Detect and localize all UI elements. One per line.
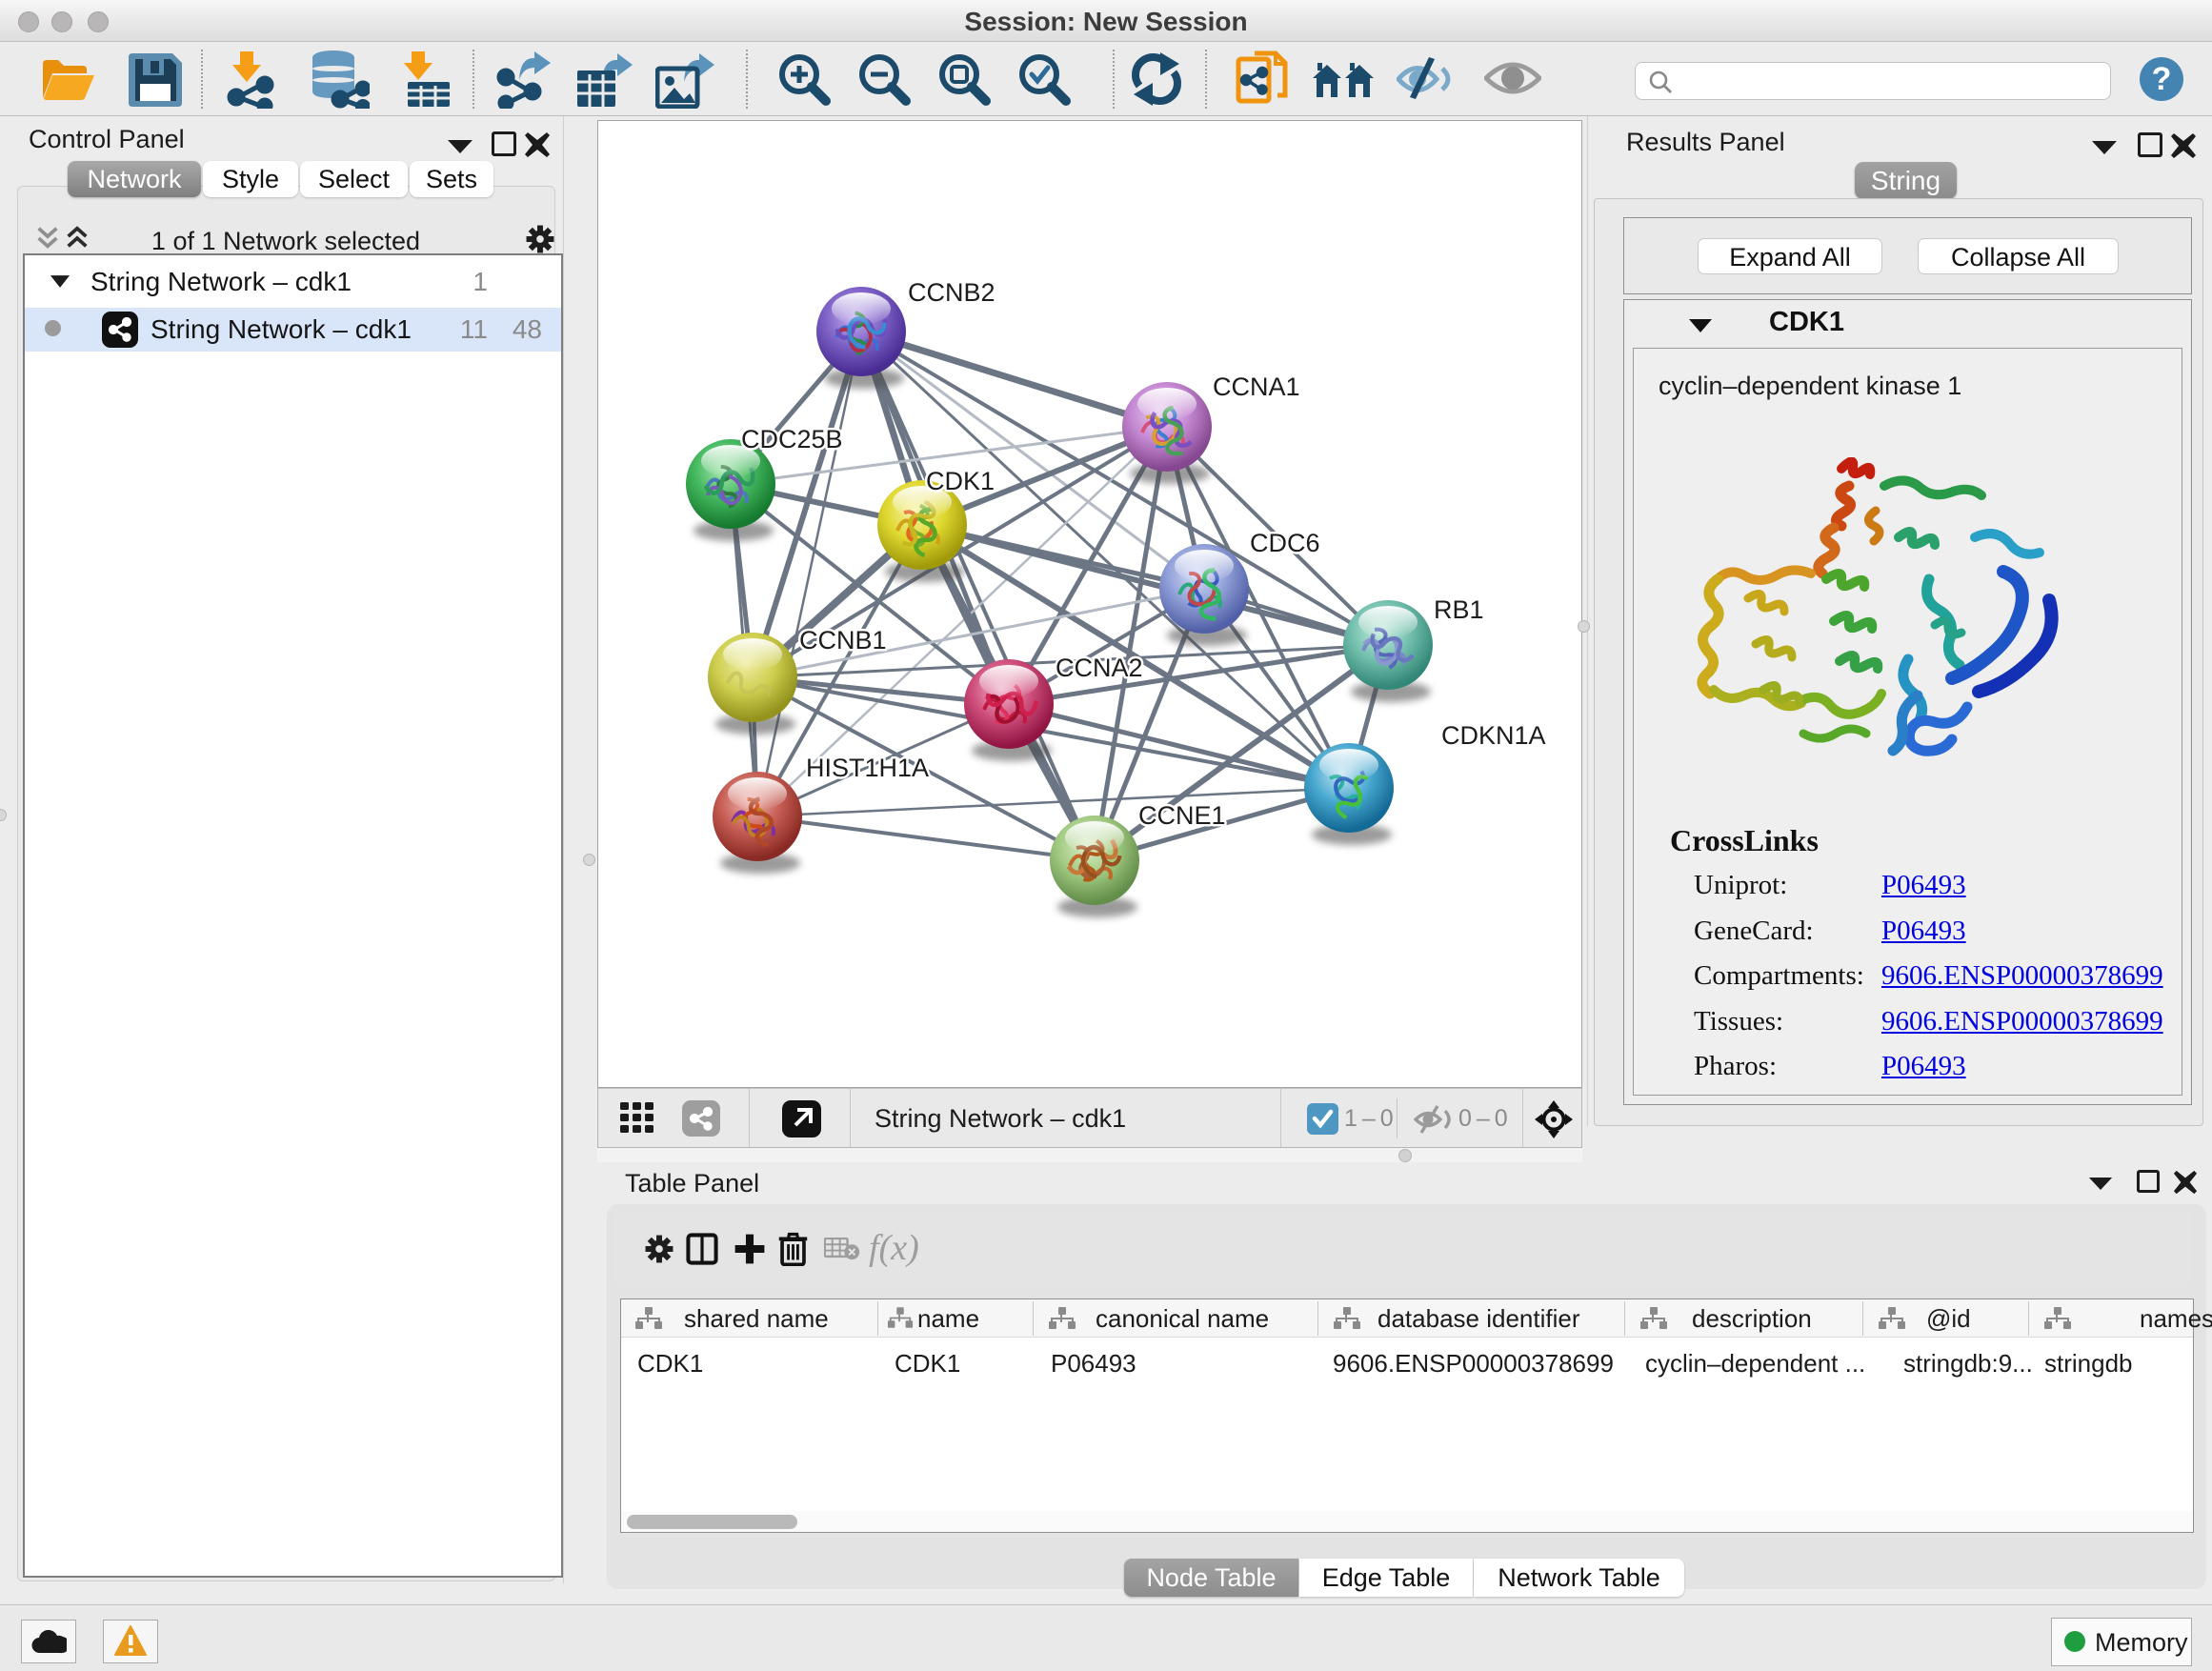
svg-text:CCNA2: CCNA2 [1056,654,1143,682]
svg-text:CCNE1: CCNE1 [1138,801,1226,830]
svg-text:CDC25B: CDC25B [741,425,843,453]
svg-text:RB1: RB1 [1434,595,1484,624]
svg-text:CCNA1: CCNA1 [1213,372,1300,401]
svg-text:HIST1H1A: HIST1H1A [806,754,929,782]
svg-text:CDK1: CDK1 [926,467,995,495]
svg-text:CDC6: CDC6 [1250,529,1320,557]
svg-text:CDKN1A: CDKN1A [1441,721,1546,750]
svg-text:CCNB1: CCNB1 [799,626,887,654]
svg-text:CCNB2: CCNB2 [908,278,995,307]
